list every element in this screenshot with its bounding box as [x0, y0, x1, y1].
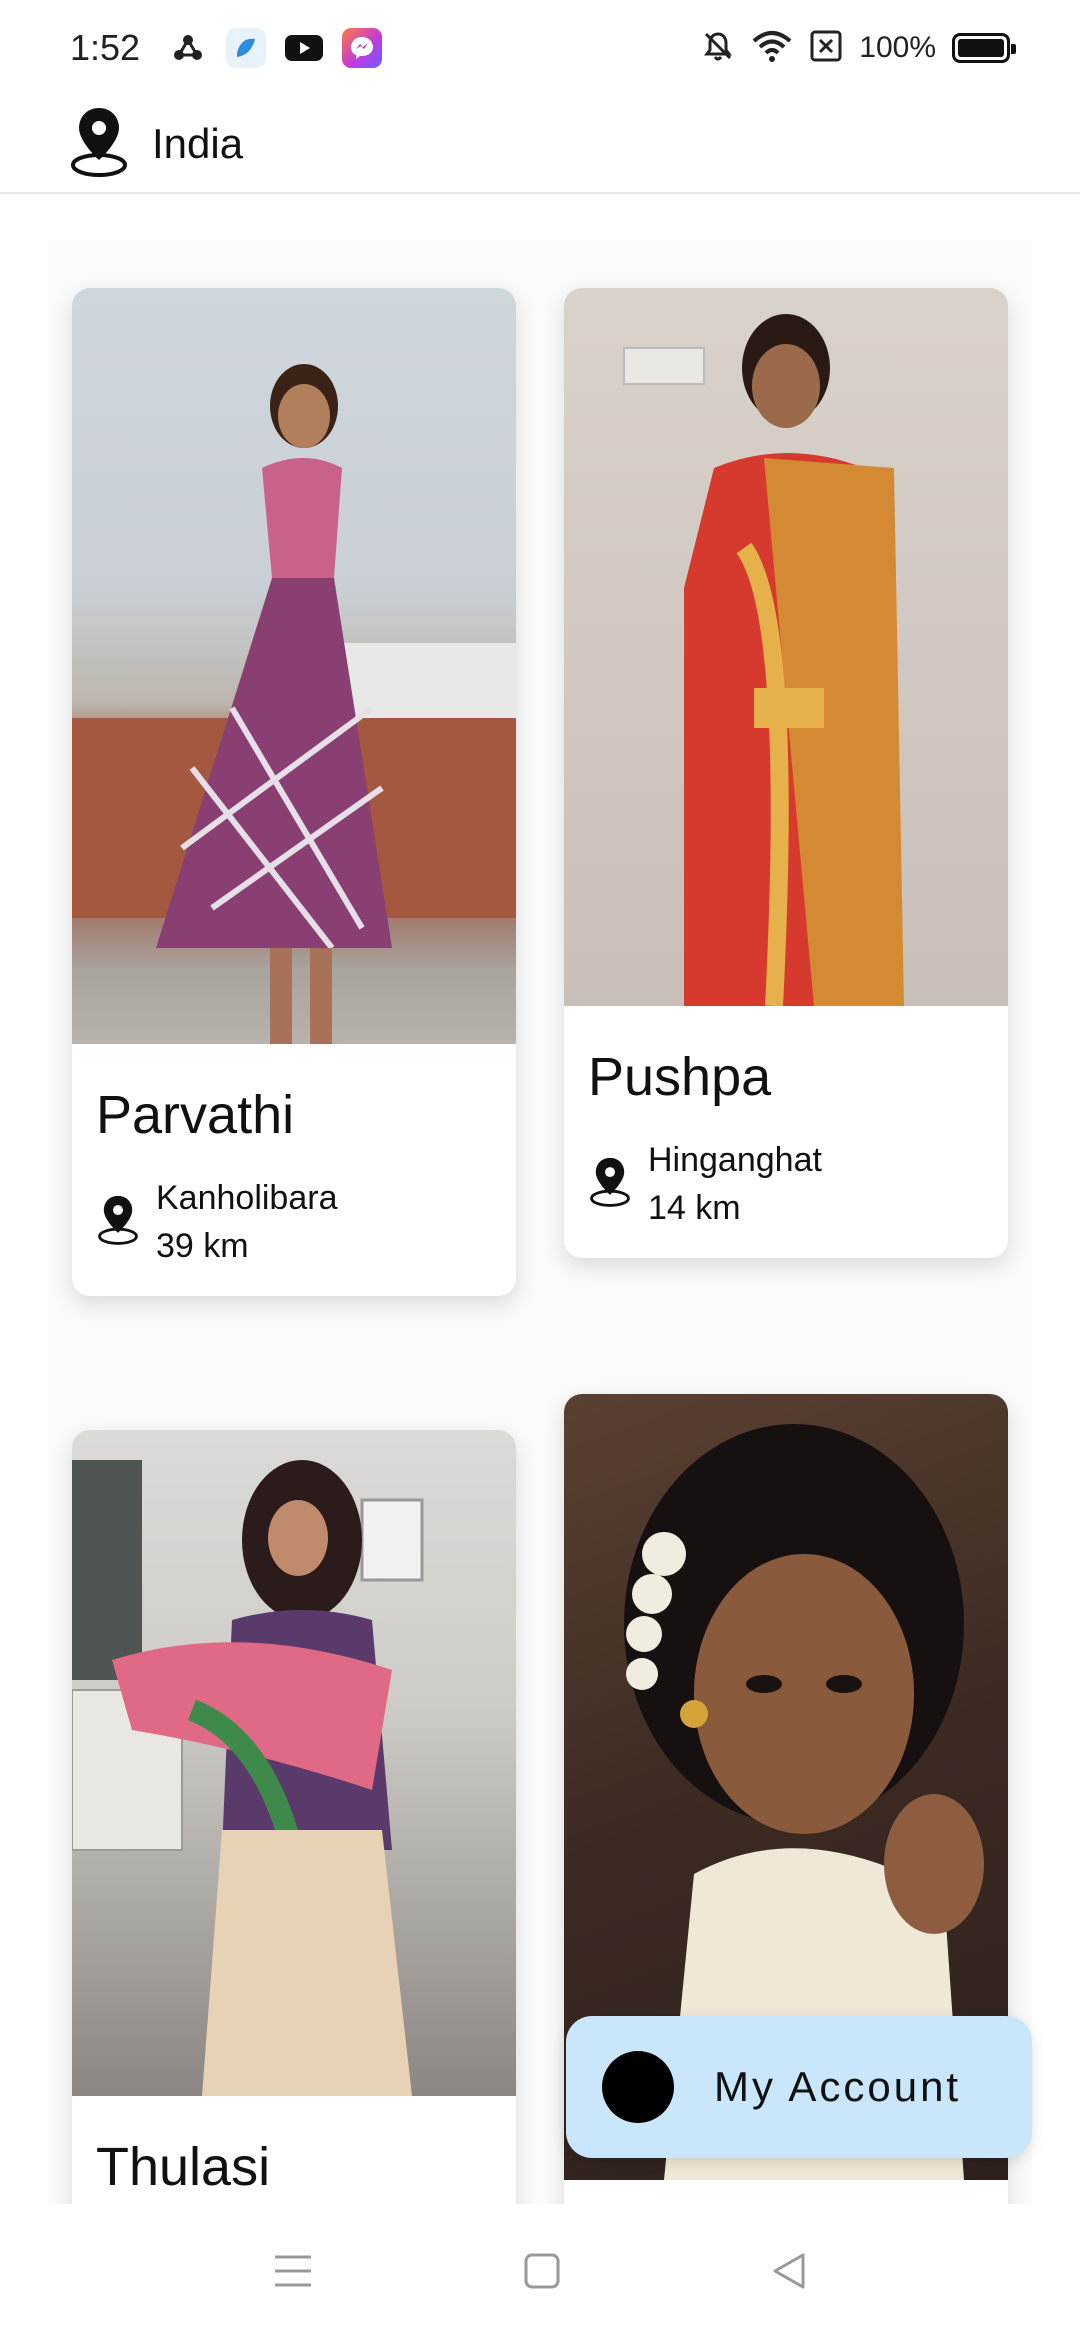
- profile-grid: Parvathi Kanholibara 39 km Pushpa Hingan…: [48, 240, 1032, 2204]
- profile-card[interactable]: Parvathi Kanholibara 39 km: [72, 288, 516, 1296]
- profile-distance: 39 km: [156, 1227, 249, 1265]
- status-bar: 1:52 100%: [0, 0, 1080, 96]
- home-icon[interactable]: [523, 2252, 561, 2295]
- profile-name: Parvathi: [96, 1085, 295, 1145]
- wifi-icon: [751, 29, 793, 68]
- profile-photo: [72, 1430, 516, 2096]
- back-icon[interactable]: [771, 2251, 807, 2296]
- profile-location: Hinganghat 14 km: [564, 1108, 1008, 1232]
- profile-place: Kanholibara: [156, 1179, 338, 1217]
- profile-location: Kanholibara 39 km: [72, 1146, 516, 1270]
- location-label: India: [152, 120, 244, 167]
- location-header[interactable]: India: [0, 96, 1080, 194]
- profile-card[interactable]: Pushpa Hinganghat 14 km: [564, 288, 1008, 1258]
- system-status-icons: 100%: [701, 29, 1016, 68]
- location-pin-icon: [96, 1193, 140, 1252]
- my-account-label: My Account: [714, 2063, 962, 2110]
- profile-card[interactable]: Thulasi: [72, 1430, 516, 2204]
- profile-photo: [564, 288, 1008, 1006]
- profile-place: Hinganghat: [648, 1141, 822, 1179]
- youtube-icon: [284, 28, 324, 68]
- sim-x-icon: [809, 29, 843, 68]
- profile-name: Pushpa: [588, 1047, 772, 1107]
- battery-percent: 100%: [859, 31, 936, 64]
- my-account-button[interactable]: My Account: [566, 2016, 1032, 2158]
- profile-photo: [72, 288, 516, 1044]
- menu-icon[interactable]: [273, 2253, 313, 2294]
- location-pin-icon: [68, 105, 130, 184]
- profile-distance: 14 km: [648, 1189, 741, 1227]
- status-time: 1:52: [70, 27, 141, 68]
- battery-icon: [952, 33, 1016, 63]
- mute-icon: [701, 29, 735, 68]
- system-nav-bar: [0, 2206, 1080, 2340]
- location-pin-icon: [588, 1155, 632, 1214]
- profile-name: Thulasi: [96, 2137, 271, 2197]
- notification-icons: [168, 28, 383, 68]
- messenger-icon: [342, 28, 383, 68]
- blue-app-icon: [226, 28, 267, 68]
- triskelion-app-icon: [168, 28, 208, 68]
- avatar: [602, 2051, 674, 2123]
